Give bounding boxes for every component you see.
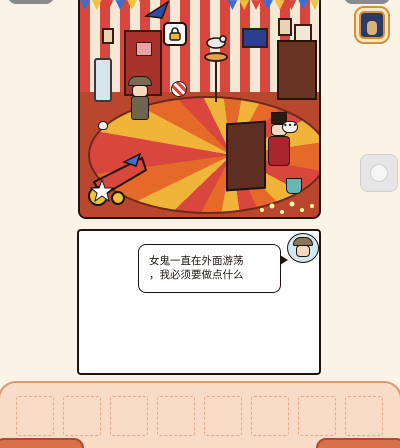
top-right-tab[interactable] [344, 0, 390, 4]
water-cooler[interactable] [94, 58, 112, 102]
dialog-panel[interactable]: 女鬼一直在外面游荡 ，我必须要做点什么 [77, 229, 321, 375]
top-left-tab[interactable] [8, 0, 54, 4]
game-scene[interactable]: ••• [78, 0, 321, 219]
inventory-slot[interactable] [63, 396, 101, 436]
skull-icon[interactable] [98, 121, 108, 130]
circle-icon [370, 164, 388, 182]
padlock-icon[interactable] [163, 22, 187, 46]
ellipsis-icon[interactable]: ••• [282, 121, 298, 133]
pedestal-top[interactable] [204, 52, 228, 62]
bird-statue-icon[interactable] [204, 34, 228, 50]
avatar-face [296, 245, 310, 257]
pedestal-stand [215, 58, 231, 102]
framed-portrait-icon[interactable] [354, 6, 390, 44]
detective-character[interactable] [128, 76, 152, 124]
detective-avatar-icon [287, 233, 319, 263]
wooden-cabinet[interactable] [277, 40, 317, 100]
magician-coat [268, 136, 290, 166]
sparkle-lights [260, 201, 314, 214]
wall-poster[interactable] [102, 28, 114, 44]
inventory-slot[interactable] [157, 396, 195, 436]
dark-table[interactable] [226, 120, 266, 192]
striped-ball[interactable] [171, 81, 187, 97]
star-picture-frame[interactable] [242, 28, 268, 48]
tray-right-tab[interactable] [316, 438, 400, 448]
inventory-slot[interactable] [251, 396, 289, 436]
detective-coat [131, 96, 149, 120]
dialog-line-2: ，我必须要做点什么 [149, 269, 244, 281]
inventory-slot[interactable] [298, 396, 336, 436]
bucket[interactable] [286, 178, 302, 194]
bunting-flags [80, 0, 319, 10]
circus-cannon[interactable] [84, 152, 148, 206]
tray-left-tab[interactable] [0, 438, 84, 448]
speech-bubble: 女鬼一直在外面游荡 ，我必须要做点什么 [138, 244, 288, 293]
portrait-thumbnail [359, 11, 385, 39]
dialog-line-1: 女鬼一直在外面游荡 [149, 255, 244, 267]
inventory-slot[interactable] [345, 396, 383, 436]
hanging-pennant-icon[interactable] [144, 0, 170, 20]
inventory-slot[interactable] [204, 396, 242, 436]
portrait-frame[interactable] [278, 18, 292, 36]
inventory-slot[interactable] [16, 396, 54, 436]
door-window [136, 42, 152, 56]
side-menu-button[interactable] [360, 154, 398, 192]
inventory-slot[interactable] [110, 396, 148, 436]
